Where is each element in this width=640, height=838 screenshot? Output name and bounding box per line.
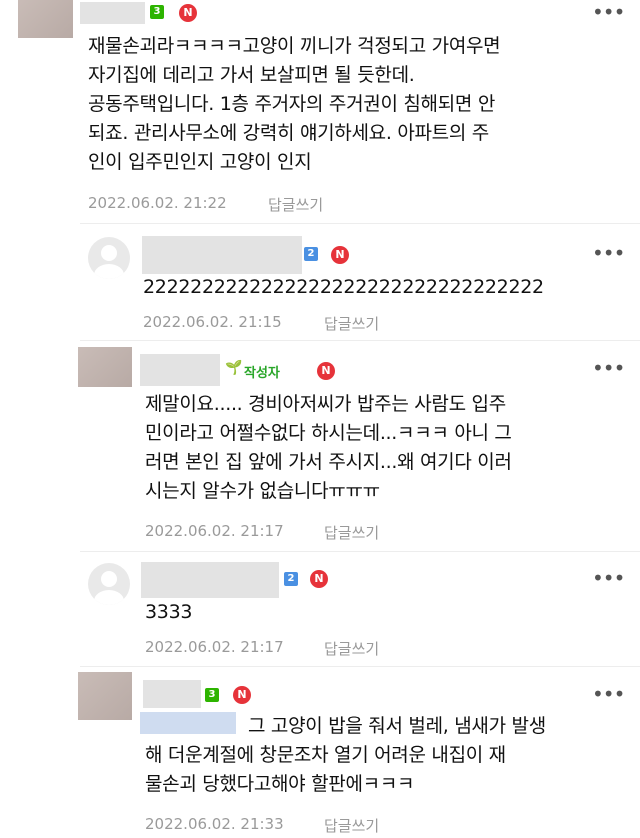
avatar[interactable] xyxy=(78,672,132,720)
comment-body: 그 고양이 밥을 줘서 벌레, 냄새가 발생 해 더운계절에 창문조차 열기 어… xyxy=(145,712,625,799)
more-options-icon[interactable]: ••• xyxy=(592,358,625,378)
level-icon: 2 xyxy=(284,572,298,586)
reply-link[interactable]: 답글쓰기 xyxy=(324,815,379,836)
comment-line: 그 고양이 밥을 줘서 벌레, 냄새가 발생 xyxy=(248,715,546,737)
avatar-head-icon xyxy=(101,245,117,261)
nickname-blurred[interactable] xyxy=(141,562,279,598)
comment-line: 3333 xyxy=(145,601,193,623)
comment-line: 공동주택입니다. 1층 주거자의 주거권이 침해되면 안 xyxy=(88,93,496,115)
timestamp: 2022.06.02. 21:15 xyxy=(143,313,282,331)
more-options-icon[interactable]: ••• xyxy=(592,243,625,263)
divider xyxy=(80,551,640,552)
avatar[interactable] xyxy=(88,563,130,605)
nickname-blurred[interactable] xyxy=(143,680,201,708)
comment-line: 해 더운계절에 창문조차 열기 어려운 내집이 재 xyxy=(145,744,506,766)
comment-line: 제말이요..... 경비아저씨가 밥주는 사람도 입주 xyxy=(145,393,506,415)
new-icon: N xyxy=(331,246,349,264)
comment-body: 2222222222222222222222222222222222 xyxy=(143,273,544,302)
reply-link[interactable]: 답글쓰기 xyxy=(268,194,323,215)
level-icon: 3 xyxy=(205,688,219,702)
more-options-icon[interactable]: ••• xyxy=(592,2,625,22)
new-icon: N xyxy=(317,362,335,380)
reply-link[interactable]: 답글쓰기 xyxy=(324,638,379,659)
avatar[interactable] xyxy=(78,347,132,387)
more-options-icon[interactable]: ••• xyxy=(592,568,625,588)
new-icon: N xyxy=(233,686,251,704)
comment-line: 재물손괴라ㅋㅋㅋㅋ고양이 끼니가 걱정되고 가여우면 xyxy=(88,35,501,57)
comment-body: 재물손괴라ㅋㅋㅋㅋ고양이 끼니가 걱정되고 가여우면 자기집에 데리고 가서 보… xyxy=(88,32,633,177)
comment-body: 3333 xyxy=(145,598,192,627)
comment-line: 되죠. 관리사무소에 강력히 얘기하세요. 아파트의 주 xyxy=(88,122,489,144)
comment-line: 자기집에 데리고 가서 보살피면 될 듯한데. xyxy=(88,64,415,86)
comment-line: 러면 본인 집 앞에 가서 주시지...왜 여기다 이러 xyxy=(145,451,512,473)
nickname-blurred[interactable] xyxy=(142,236,302,274)
level-icon: 2 xyxy=(304,247,318,261)
reply-link[interactable]: 답글쓰기 xyxy=(324,313,379,334)
divider xyxy=(80,223,640,224)
comment-line: 민이라고 어쩔수없다 하시는데...ㅋㅋㅋ 아니 그 xyxy=(145,422,512,444)
timestamp: 2022.06.02. 21:17 xyxy=(145,638,284,656)
comment-line: 시는지 알수가 없습니다ㅠㅠㅠ xyxy=(145,480,380,502)
comment-line: 물손괴 당했다고해야 할판에ㅋㅋㅋ xyxy=(145,773,415,795)
avatar-head-icon xyxy=(101,571,117,587)
nickname-blurred[interactable] xyxy=(80,2,145,24)
sprout-icon: 🌱 xyxy=(225,360,243,376)
avatar-body-icon xyxy=(94,264,124,279)
comment-line: 2222222222222222222222222222222222 xyxy=(143,276,544,298)
timestamp: 2022.06.02. 21:17 xyxy=(145,522,284,540)
new-icon: N xyxy=(179,4,197,22)
avatar[interactable] xyxy=(88,237,130,279)
timestamp: 2022.06.02. 21:33 xyxy=(145,815,284,833)
avatar[interactable] xyxy=(18,0,73,38)
divider xyxy=(80,340,640,341)
level-icon: 3 xyxy=(150,5,164,19)
divider xyxy=(80,666,640,667)
timestamp: 2022.06.02. 21:22 xyxy=(88,194,227,212)
comment-line: 인이 입주민인지 고양이 인지 xyxy=(88,151,312,173)
more-options-icon[interactable]: ••• xyxy=(592,684,625,704)
new-icon: N xyxy=(310,570,328,588)
reply-link[interactable]: 답글쓰기 xyxy=(324,522,379,543)
avatar-body-icon xyxy=(94,590,124,605)
comment-body: 제말이요..... 경비아저씨가 밥주는 사람도 입주 민이라고 어쩔수없다 하… xyxy=(145,390,615,506)
nickname-blurred[interactable] xyxy=(140,354,220,386)
author-badge: 작성자 xyxy=(244,366,280,381)
